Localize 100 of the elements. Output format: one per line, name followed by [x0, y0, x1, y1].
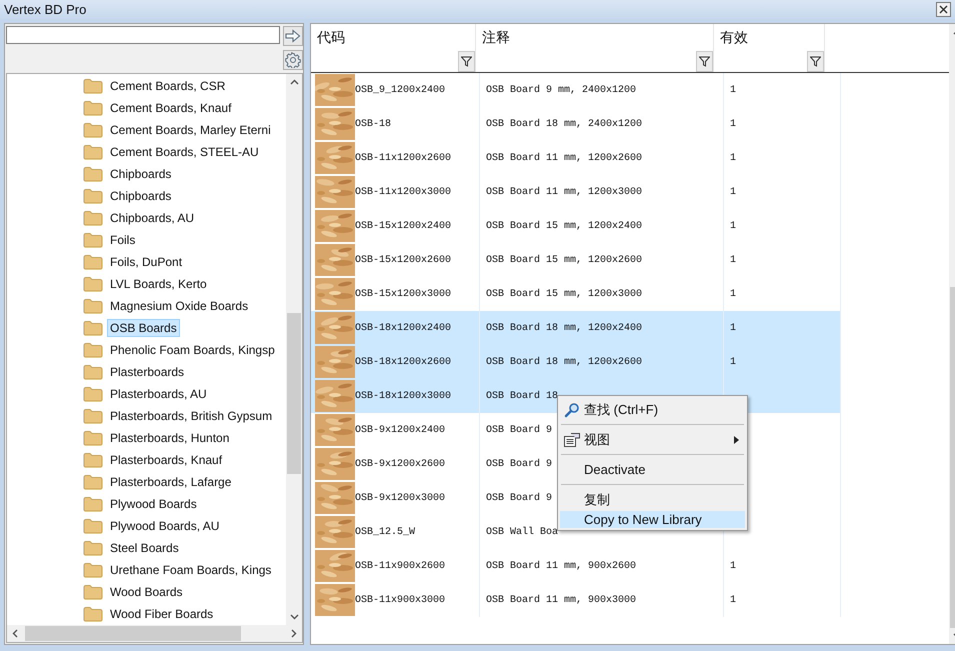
column-header[interactable]: 代码 — [317, 29, 345, 47]
scroll-up-icon[interactable] — [290, 79, 298, 85]
valid-cell: 1 — [730, 288, 736, 300]
valid-cell: 1 — [730, 220, 736, 232]
code-cell: OSB-11x900x2600 — [355, 560, 446, 572]
close-icon — [939, 5, 948, 14]
menu-item[interactable]: 复制 — [560, 488, 745, 511]
tree-item[interactable]: Steel Boards — [107, 539, 182, 557]
note-cell: OSB Board 11 mm, 1200x2600 — [486, 152, 642, 164]
tree-item[interactable]: Foils — [107, 231, 138, 249]
tree-item[interactable]: Wood Boards — [107, 583, 186, 601]
vertical-scrollbar[interactable] — [286, 74, 302, 625]
tree-item[interactable]: Plasterboards, British Gypsum — [107, 407, 276, 425]
scrollbar-thumb[interactable] — [25, 626, 241, 641]
scroll-down-icon[interactable] — [290, 614, 298, 620]
valid-cell: 1 — [730, 186, 736, 198]
folder-icon — [83, 254, 103, 270]
code-cell: OSB-15x1200x2600 — [355, 254, 452, 266]
note-cell: OSB Board 11 mm, 1200x3000 — [486, 186, 642, 198]
folder-icon — [83, 166, 103, 182]
folder-icon — [83, 540, 103, 556]
folder-icon — [83, 78, 103, 94]
window-title: Vertex BD Pro — [4, 2, 86, 17]
tree-item[interactable]: Plasterboards, Knauf — [107, 451, 226, 469]
note-cell: OSB Board 11 mm, 900x3000 — [486, 594, 636, 606]
filter-button[interactable] — [807, 51, 824, 72]
menu-item[interactable]: 查找 (Ctrl+F) — [560, 398, 745, 421]
horizontal-scrollbar[interactable] — [7, 625, 302, 642]
close-button[interactable] — [936, 2, 951, 17]
tree-item[interactable]: Cement Boards, Marley Eterni — [107, 121, 274, 139]
table-row[interactable]: OSB-15x1200x2400 OSB Board 15 mm, 1200x2400 1 — [311, 209, 949, 243]
folder-icon — [83, 452, 103, 468]
folder-icon — [83, 122, 103, 138]
folder-icon — [83, 562, 103, 578]
table-row[interactable]: OSB-18x1200x2600 OSB Board 18 mm, 1200x2600 1 — [311, 345, 949, 379]
filter-button[interactable] — [458, 51, 475, 72]
table-row[interactable]: OSB-11x900x3000 OSB Board 11 mm, 900x3000 1 — [311, 583, 949, 617]
tree-item[interactable]: Chipboards — [107, 165, 174, 183]
note-cell: OSB Board 11 mm, 900x2600 — [486, 560, 636, 572]
settings-button[interactable] — [283, 50, 303, 70]
folder-icon — [83, 298, 103, 314]
table-row[interactable]: OSB_9_1200x2400 OSB Board 9 mm, 2400x1200 1 — [311, 73, 949, 107]
tree-item[interactable]: Wood Fiber Boards — [107, 605, 216, 623]
scrollbar-thumb[interactable] — [287, 313, 301, 474]
menu-item[interactable]: Copy to New Library — [560, 511, 745, 528]
tree-item[interactable]: Cement Boards, STEEL-AU — [107, 143, 262, 161]
scroll-right-icon[interactable] — [291, 629, 297, 638]
folder-icon — [83, 408, 103, 424]
tree-item[interactable]: Magnesium Oxide Boards — [107, 297, 252, 315]
code-cell: OSB-11x1200x3000 — [355, 186, 452, 198]
note-cell: OSB Board 9 — [486, 424, 552, 436]
tree-item[interactable]: Plasterboards — [107, 363, 188, 381]
go-button[interactable] — [283, 26, 303, 46]
filter-button[interactable] — [696, 51, 713, 72]
filter-icon — [810, 56, 821, 67]
scroll-left-icon[interactable] — [12, 629, 18, 638]
tree-item[interactable]: Phenolic Foam Boards, Kingsp — [107, 341, 278, 359]
tree-item[interactable]: Urethane Foam Boards, Kings — [107, 561, 274, 579]
code-cell: OSB-18x1200x2600 — [355, 356, 452, 368]
menu-item[interactable]: 视图 — [560, 428, 745, 451]
table-row[interactable]: OSB-11x900x2600 OSB Board 11 mm, 900x2600 1 — [311, 549, 949, 583]
tree-item[interactable]: Plywood Boards, AU — [107, 517, 222, 535]
tree-item[interactable]: Chipboards, AU — [107, 209, 198, 227]
table-row[interactable]: OSB-11x1200x3000 OSB Board 11 mm, 1200x3000 1 — [311, 175, 949, 209]
table-row[interactable]: OSB-18 OSB Board 18 mm, 2400x1200 1 — [311, 107, 949, 141]
tree-item[interactable]: OSB Boards — [107, 319, 180, 337]
column-header[interactable]: 注释 — [482, 29, 510, 47]
code-cell: OSB_12.5_W — [355, 526, 416, 538]
valid-cell: 1 — [730, 322, 736, 334]
valid-cell: 1 — [730, 84, 736, 96]
note-cell: OSB Board 9 mm, 2400x1200 — [486, 84, 636, 96]
tree-item[interactable]: Plasterboards, Lafarge — [107, 473, 234, 491]
code-cell: OSB-9x1200x2400 — [355, 424, 446, 436]
valid-cell: 1 — [730, 594, 736, 606]
tree-item[interactable]: Cement Boards, CSR — [107, 77, 228, 95]
tree-item[interactable]: Foils, DuPont — [107, 253, 186, 271]
note-cell: OSB Board 15 mm, 1200x3000 — [486, 288, 642, 300]
folder-icon — [83, 320, 103, 336]
table-row[interactable]: OSB-15x1200x2600 OSB Board 15 mm, 1200x2600 1 — [311, 243, 949, 277]
folder-icon — [83, 100, 103, 116]
table-row[interactable]: OSB-11x1200x2600 OSB Board 11 mm, 1200x2600 1 — [311, 141, 949, 175]
folder-icon — [83, 144, 103, 160]
tree-item[interactable]: Plasterboards, AU — [107, 385, 210, 403]
code-cell: OSB-18 — [355, 118, 392, 130]
table-row[interactable]: OSB-18x1200x2400 OSB Board 18 mm, 1200x2400 1 — [311, 311, 949, 345]
menu-item[interactable]: Deactivate — [560, 458, 745, 481]
tree-item[interactable]: LVL Boards, Kerto — [107, 275, 210, 293]
folder-icon — [83, 210, 103, 226]
tree-item[interactable]: Chipboards — [107, 187, 174, 205]
tree-item[interactable]: Plasterboards, Hunton — [107, 429, 232, 447]
view-icon — [563, 432, 581, 448]
tree-item[interactable]: Cement Boards, Knauf — [107, 99, 234, 117]
tree-item[interactable]: Plywood Boards — [107, 495, 200, 513]
folder-icon — [83, 188, 103, 204]
folder-icon — [83, 518, 103, 534]
search-field[interactable] — [6, 26, 280, 44]
filter-icon — [461, 56, 472, 67]
column-header[interactable]: 有效 — [720, 29, 748, 47]
code-cell: OSB-15x1200x2400 — [355, 220, 452, 232]
code-cell: OSB_9_1200x2400 — [355, 84, 446, 96]
